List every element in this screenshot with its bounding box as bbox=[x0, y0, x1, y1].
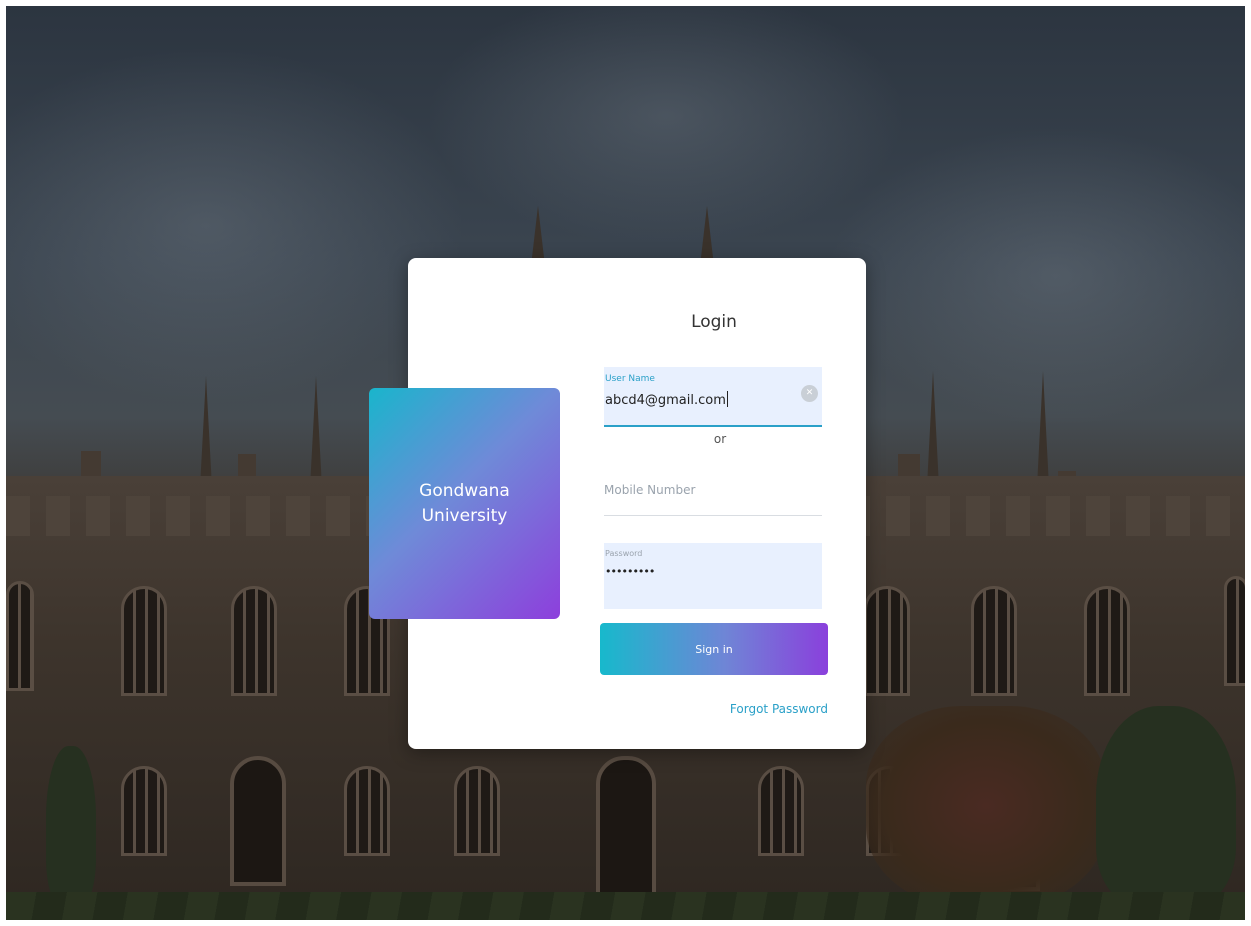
lawn bbox=[6, 892, 1245, 920]
brand-panel: Gondwana University bbox=[369, 388, 560, 619]
window bbox=[121, 586, 167, 696]
forgot-password-link[interactable]: Forgot Password bbox=[700, 702, 828, 716]
window bbox=[121, 766, 167, 856]
ivy bbox=[866, 706, 1106, 906]
clear-x-icon[interactable]: ✕ bbox=[801, 385, 818, 402]
password-label: Password bbox=[605, 549, 643, 558]
username-value[interactable]: abcd4@gmail.com bbox=[605, 391, 728, 408]
window bbox=[6, 581, 34, 691]
brand-line2: University bbox=[421, 505, 508, 526]
window bbox=[758, 766, 804, 856]
login-title: Login bbox=[691, 312, 737, 332]
window bbox=[864, 586, 910, 696]
cloud bbox=[426, 6, 906, 246]
window bbox=[971, 586, 1017, 696]
tree bbox=[1096, 706, 1236, 906]
username-field[interactable]: User Name abcd4@gmail.com ✕ bbox=[604, 367, 822, 427]
brand-line1: Gondwana bbox=[419, 480, 510, 501]
cloud bbox=[826, 126, 1245, 426]
password-field[interactable]: Password ••••••••• bbox=[604, 543, 822, 609]
door bbox=[596, 756, 656, 896]
sign-in-button[interactable]: Sign in bbox=[600, 623, 828, 675]
door bbox=[230, 756, 286, 886]
cloud bbox=[6, 46, 466, 406]
window bbox=[1084, 586, 1130, 696]
username-label: User Name bbox=[605, 374, 655, 384]
window bbox=[1224, 576, 1245, 686]
mobile-number-input[interactable] bbox=[604, 464, 822, 516]
window bbox=[231, 586, 277, 696]
or-separator: or bbox=[713, 432, 727, 446]
tree bbox=[46, 746, 96, 906]
window bbox=[454, 766, 500, 856]
window bbox=[344, 766, 390, 856]
password-value[interactable]: ••••••••• bbox=[605, 565, 655, 578]
